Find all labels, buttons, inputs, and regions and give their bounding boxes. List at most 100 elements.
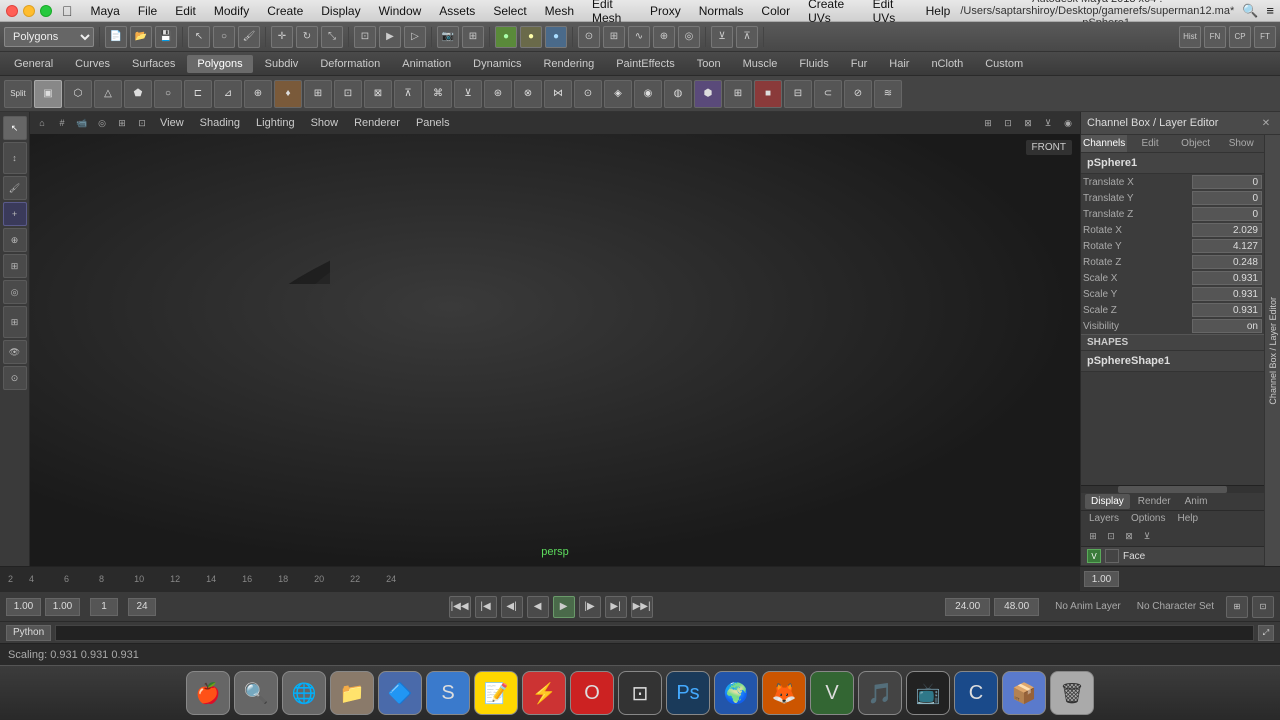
module-fluids[interactable]: Fluids <box>789 55 838 73</box>
shelf-icon-9[interactable]: ♦ <box>274 80 302 108</box>
save-icon[interactable]: 💾 <box>155 26 177 48</box>
open-icon[interactable]: 📂 <box>130 26 152 48</box>
module-painteffects[interactable]: PaintEffects <box>606 55 685 73</box>
move-icon[interactable]: ✛ <box>271 26 293 48</box>
module-fur[interactable]: Fur <box>841 55 878 73</box>
shelf-icon-3[interactable]: △ <box>94 80 122 108</box>
shelf-icon-11[interactable]: ⊡ <box>334 80 362 108</box>
paint-icon[interactable]: 🖌 <box>3 176 27 200</box>
output-ops-icon[interactable]: ⊼ <box>736 26 758 48</box>
dock-firefox[interactable]: 🦊 <box>762 671 806 715</box>
shelf-split[interactable]: Split <box>4 80 32 108</box>
menu-display[interactable]: Display <box>313 2 368 20</box>
input-ops-icon[interactable]: ⊻ <box>711 26 733 48</box>
pb-prev-frame-icon[interactable]: ◀| <box>501 596 523 618</box>
vp-menu-view[interactable]: View <box>154 116 190 130</box>
vp-home-icon[interactable]: ⌂ <box>34 115 50 131</box>
shelf-icon-28[interactable]: ⊘ <box>844 80 872 108</box>
apple-icon[interactable]:  <box>62 3 73 19</box>
lasso-mode-icon[interactable]: ↕ <box>3 142 27 174</box>
pb-start-field[interactable] <box>6 598 41 616</box>
dock-safari[interactable]: 🌍 <box>714 671 758 715</box>
pb-play-icon[interactable]: ▶ <box>553 596 575 618</box>
dock-opera[interactable]: O <box>570 671 614 715</box>
vp-menu-renderer[interactable]: Renderer <box>348 116 406 130</box>
cb-close-icon[interactable]: ✕ <box>1258 115 1274 131</box>
vp-pan-icon[interactable]: ⊞ <box>114 115 130 131</box>
scene-icon[interactable]: ⊙ <box>3 366 27 390</box>
timeline-track[interactable]: 2 4 6 8 10 12 14 16 18 20 22 24 <box>0 567 1080 591</box>
layer-icon1[interactable]: ⊞ <box>1085 528 1101 544</box>
module-muscle[interactable]: Muscle <box>733 55 788 73</box>
cb-value-translate-y[interactable] <box>1192 191 1262 205</box>
menu-mesh[interactable]: Mesh <box>537 2 582 20</box>
history-icon[interactable]: ⊡ <box>354 26 376 48</box>
cb-horizontal-scroll[interactable] <box>1081 485 1264 493</box>
cb-value-rotate-x[interactable] <box>1192 223 1262 237</box>
vp-tool-icon4[interactable]: ⊻ <box>1040 115 1056 131</box>
dock-unity[interactable]: ⊡ <box>618 671 662 715</box>
select-mode-icon[interactable]: ↖ <box>3 116 27 140</box>
module-polygons[interactable]: Polygons <box>187 55 252 73</box>
maximize-button[interactable] <box>40 5 52 17</box>
layer-icon3[interactable]: ⊠ <box>1121 528 1137 544</box>
shelf-icon-1[interactable]: ▣ <box>34 80 62 108</box>
shelf-icon-20[interactable]: ◈ <box>604 80 632 108</box>
cb-value-scale-z[interactable] <box>1192 303 1262 317</box>
menu-help[interactable]: Help <box>918 2 959 20</box>
hist-icon[interactable]: Hist <box>1179 26 1201 48</box>
sphere-yellow-icon[interactable]: ● <box>520 26 542 48</box>
module-deformation[interactable]: Deformation <box>310 55 390 73</box>
sphere-blue-icon[interactable]: ● <box>545 26 567 48</box>
layer-icon2[interactable]: ⊡ <box>1103 528 1119 544</box>
menu-file[interactable]: File <box>130 2 165 20</box>
menu-proxy[interactable]: Proxy <box>642 2 689 20</box>
dock-blue-icon[interactable]: 🔷 <box>378 671 422 715</box>
vp-menu-show[interactable]: Show <box>305 116 345 130</box>
python-input[interactable] <box>55 625 1254 641</box>
manipulator-icon[interactable]: ⊞ <box>3 254 27 278</box>
python-maximize-icon[interactable]: ⤢ <box>1258 625 1274 641</box>
fn-icon[interactable]: FN <box>1204 26 1226 48</box>
shelf-icon-29[interactable]: ≋ <box>874 80 902 108</box>
cb-value-scale-y[interactable] <box>1192 287 1262 301</box>
dock-vuze[interactable]: V <box>810 671 854 715</box>
layer-opt-help[interactable]: Help <box>1173 512 1202 525</box>
cb-tab-channels[interactable]: Channels <box>1081 135 1127 152</box>
cb-tab-anim[interactable]: Anim <box>1179 494 1214 509</box>
pb-skip-start-icon[interactable]: |◀◀ <box>449 596 471 618</box>
soft-sel-icon[interactable]: ◎ <box>3 280 27 304</box>
dock-audio[interactable]: 🎵 <box>858 671 902 715</box>
snap-curve-icon[interactable]: ∿ <box>628 26 650 48</box>
cp-icon[interactable]: CP <box>1229 26 1251 48</box>
module-general[interactable]: General <box>4 55 63 73</box>
cb-value-rotate-y[interactable] <box>1192 239 1262 253</box>
3d-scene[interactable]: 人人素材社区 人人素材社区 人人素材社区 人人素材社区 X Y Z <box>30 134 330 284</box>
global-icon[interactable]: ⊕ <box>3 228 27 252</box>
vp-tool-icon3[interactable]: ⊠ <box>1020 115 1036 131</box>
shelf-icon-25[interactable]: ■ <box>754 80 782 108</box>
dock-finder[interactable]: 🍎 <box>186 671 230 715</box>
list-icon[interactable]: ≡ <box>1266 3 1274 18</box>
attribute-editor-tab[interactable]: Channel Box / Layer Editor <box>1264 135 1280 566</box>
module-subdiv[interactable]: Subdiv <box>255 55 309 73</box>
pb-current-field[interactable] <box>45 598 80 616</box>
cb-tab-object[interactable]: Object <box>1173 135 1219 152</box>
dock-video[interactable]: 📺 <box>906 671 950 715</box>
shelf-icon-13[interactable]: ⊼ <box>394 80 422 108</box>
shelf-icon-6[interactable]: ⊏ <box>184 80 212 108</box>
shelf-icon-18[interactable]: ⋈ <box>544 80 572 108</box>
menu-normals[interactable]: Normals <box>691 2 752 20</box>
menu-window[interactable]: Window <box>371 2 430 20</box>
lasso-icon[interactable]: ○ <box>213 26 235 48</box>
menu-maya[interactable]: Maya <box>83 2 128 20</box>
scale-icon[interactable]: ⤡ <box>321 26 343 48</box>
shelf-icon-7[interactable]: ⊿ <box>214 80 242 108</box>
sphere-green-icon[interactable]: ● <box>495 26 517 48</box>
module-surfaces[interactable]: Surfaces <box>122 55 185 73</box>
dock-skype[interactable]: S <box>426 671 470 715</box>
menu-edit[interactable]: Edit <box>167 2 204 20</box>
pb-char-icon[interactable]: ⊞ <box>1226 596 1248 618</box>
pb-reverse-play-icon[interactable]: ◀ <box>527 596 549 618</box>
move-mode-icon[interactable]: + <box>3 202 27 226</box>
